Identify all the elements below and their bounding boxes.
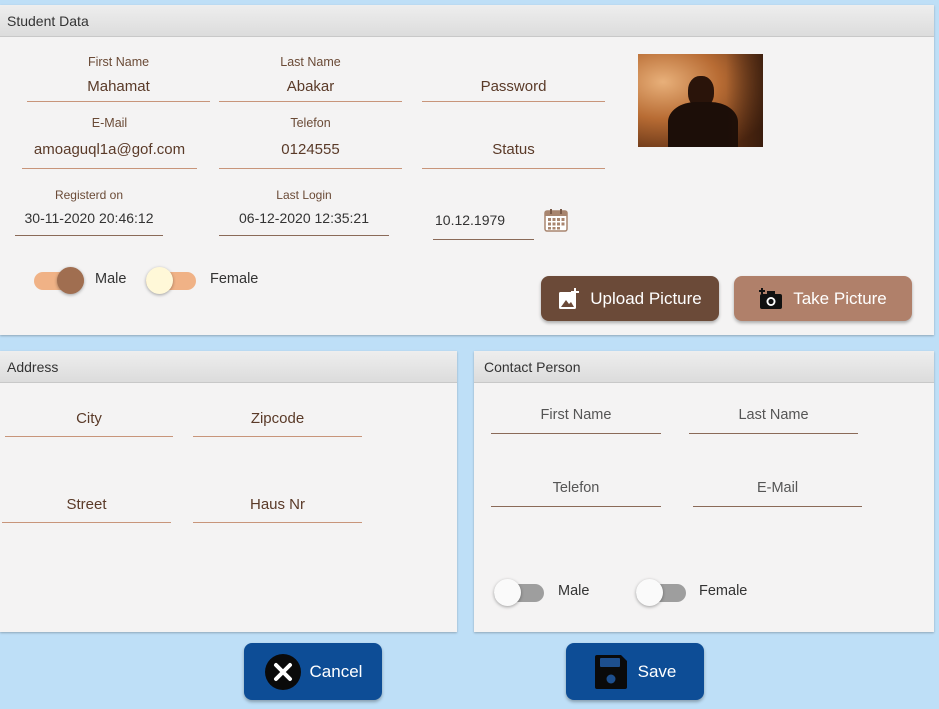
- password-field[interactable]: Password: [422, 55, 605, 102]
- telefon-field[interactable]: Telefon 0124555: [219, 116, 402, 169]
- last-login-underline: [219, 235, 389, 236]
- first-name-field[interactable]: First Name Mahamat: [27, 55, 210, 102]
- contact-telefon-field[interactable]: Telefon: [491, 475, 661, 507]
- male-toggle[interactable]: Male: [34, 263, 134, 295]
- email-label: E-Mail: [91, 116, 128, 130]
- contact-first-name-placeholder: First Name: [540, 407, 612, 423]
- status-placeholder: Status: [492, 141, 535, 158]
- contact-first-name-underline: [491, 433, 661, 434]
- contact-telefon-placeholder: Telefon: [552, 480, 600, 496]
- last-login-value: 06-12-2020 12:35:21: [239, 210, 369, 226]
- contact-telefon-underline: [491, 506, 661, 507]
- last-name-label: Last Name: [280, 55, 341, 69]
- add-photo-icon: [558, 287, 580, 310]
- first-name-label: First Name: [87, 55, 150, 69]
- take-picture-label: Take Picture: [793, 288, 887, 308]
- haus-nr-placeholder: Haus Nr: [249, 496, 305, 513]
- street-underline: [2, 522, 171, 523]
- contact-male-toggle-knob: [494, 579, 521, 606]
- birthdate-value: 10.12.1979: [435, 212, 506, 228]
- haus-nr-underline: [193, 522, 362, 523]
- registered-on-label: Registerd on: [54, 188, 124, 202]
- contact-last-name-underline: [689, 433, 858, 434]
- email-value: amoaguql1a@gof.com: [33, 141, 186, 158]
- status-field[interactable]: Status: [422, 116, 605, 169]
- address-panel: Address City Zipcode Street Haus Nr: [0, 351, 457, 632]
- password-placeholder: Password: [480, 78, 547, 95]
- female-toggle-label: Female: [210, 271, 259, 287]
- cancel-label: Cancel: [309, 661, 363, 681]
- female-toggle[interactable]: Female: [146, 263, 266, 295]
- telefon-value: 0124555: [281, 141, 340, 158]
- contact-female-toggle-knob: [636, 579, 663, 606]
- birthdate-underline: [433, 239, 534, 240]
- first-name-underline: [27, 101, 210, 102]
- female-toggle-knob: [146, 267, 173, 294]
- first-name-value: Mahamat: [87, 78, 150, 95]
- telefon-label: Telefon: [290, 116, 331, 130]
- contact-email-placeholder: E-Mail: [756, 480, 799, 496]
- save-button[interactable]: Save: [566, 643, 704, 700]
- camera-icon: [759, 287, 783, 310]
- male-toggle-label: Male: [95, 271, 127, 287]
- male-toggle-knob: [57, 267, 84, 294]
- save-label: Save: [637, 661, 677, 681]
- street-field[interactable]: Street: [2, 492, 171, 523]
- registered-on-underline: [15, 235, 163, 236]
- contact-female-toggle-label: Female: [699, 583, 748, 599]
- registered-on-value: 30-11-2020 20:46:12: [24, 210, 154, 226]
- contact-male-toggle-label: Male: [558, 583, 590, 599]
- contact-email-underline: [693, 506, 862, 507]
- contact-last-name-placeholder: Last Name: [738, 407, 809, 423]
- address-header: Address: [0, 351, 457, 383]
- upload-picture-label: Upload Picture: [590, 288, 702, 308]
- contact-male-toggle[interactable]: Male: [494, 575, 604, 607]
- student-data-panel: Student Data First Name Mahamat Last Nam…: [0, 5, 934, 335]
- student-data-header: Student Data: [0, 5, 934, 37]
- take-picture-button[interactable]: Take Picture: [734, 276, 912, 321]
- haus-nr-field[interactable]: Haus Nr: [193, 492, 362, 523]
- student-photo: [638, 54, 763, 147]
- contact-last-name-field[interactable]: Last Name: [689, 403, 858, 434]
- city-underline: [5, 436, 173, 437]
- floppy-disk-icon: [594, 654, 628, 690]
- registered-on-field[interactable]: Registerd on 30-11-2020 20:46:12: [15, 188, 163, 236]
- city-field[interactable]: City: [5, 406, 173, 437]
- contact-female-toggle[interactable]: Female: [636, 575, 766, 607]
- telefon-underline: [219, 168, 402, 169]
- status-underline: [422, 168, 605, 169]
- calendar-icon[interactable]: [543, 207, 569, 233]
- last-name-field[interactable]: Last Name Abakar: [219, 55, 402, 102]
- upload-picture-button[interactable]: Upload Picture: [541, 276, 719, 321]
- contact-person-panel: Contact Person First Name Last Name Tele…: [474, 351, 934, 632]
- city-placeholder: City: [76, 410, 102, 427]
- last-name-underline: [219, 101, 402, 102]
- zipcode-placeholder: Zipcode: [250, 410, 305, 427]
- contact-email-field[interactable]: E-Mail: [693, 475, 862, 507]
- last-login-label: Last Login: [276, 188, 332, 202]
- close-circle-icon: [264, 653, 302, 691]
- zipcode-field[interactable]: Zipcode: [193, 406, 362, 437]
- birthdate-field[interactable]: 10.12.1979: [433, 204, 534, 240]
- street-placeholder: Street: [66, 496, 107, 513]
- last-name-value: Abakar: [286, 78, 335, 95]
- password-underline: [422, 101, 605, 102]
- contact-person-header: Contact Person: [474, 351, 934, 383]
- email-underline: [22, 168, 197, 169]
- last-login-field[interactable]: Last Login 06-12-2020 12:35:21: [219, 188, 389, 236]
- zipcode-underline: [193, 436, 362, 437]
- cancel-button[interactable]: Cancel: [244, 643, 382, 700]
- contact-first-name-field[interactable]: First Name: [491, 403, 661, 434]
- email-field[interactable]: E-Mail amoaguql1a@gof.com: [22, 116, 197, 169]
